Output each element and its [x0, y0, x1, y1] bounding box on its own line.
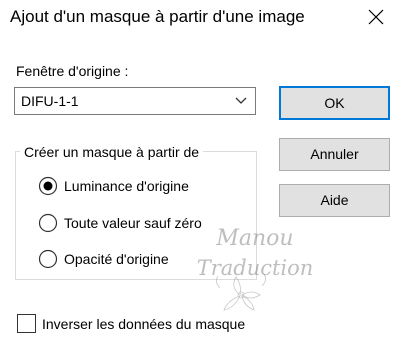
add-mask-dialog: Ajout d'un masque à partir d'une image F… [0, 0, 399, 356]
source-window-value: DIFU-1-1 [21, 93, 79, 109]
invert-mask-checkbox[interactable] [17, 314, 36, 333]
radio-button-unchecked[interactable] [38, 213, 58, 233]
cancel-button[interactable]: Annuler [279, 138, 390, 171]
help-button[interactable]: Aide [279, 184, 390, 217]
radio-label-nonzero: Toute valeur sauf zéro [64, 215, 202, 231]
radio-label-opacity: Opacité d'origine [64, 251, 169, 267]
close-icon [368, 9, 384, 25]
source-window-select[interactable]: DIFU-1-1 [14, 87, 256, 115]
close-button[interactable] [353, 0, 399, 34]
radio-button-checked[interactable] [38, 176, 58, 196]
radio-label-luminance: Luminance d'origine [64, 178, 189, 194]
invert-mask-label: Inverser les données du masque [42, 316, 246, 332]
ok-button[interactable]: OK [279, 86, 390, 120]
source-window-label: Fenêtre d'origine : [16, 63, 129, 79]
mask-source-group-legend: Créer un masque à partir de [20, 143, 204, 161]
title-bar: Ajout d'un masque à partir d'une image [0, 0, 399, 36]
radio-button-unchecked[interactable] [38, 249, 58, 269]
dialog-title: Ajout d'un masque à partir d'une image [10, 7, 305, 26]
chevron-down-icon [235, 97, 247, 104]
